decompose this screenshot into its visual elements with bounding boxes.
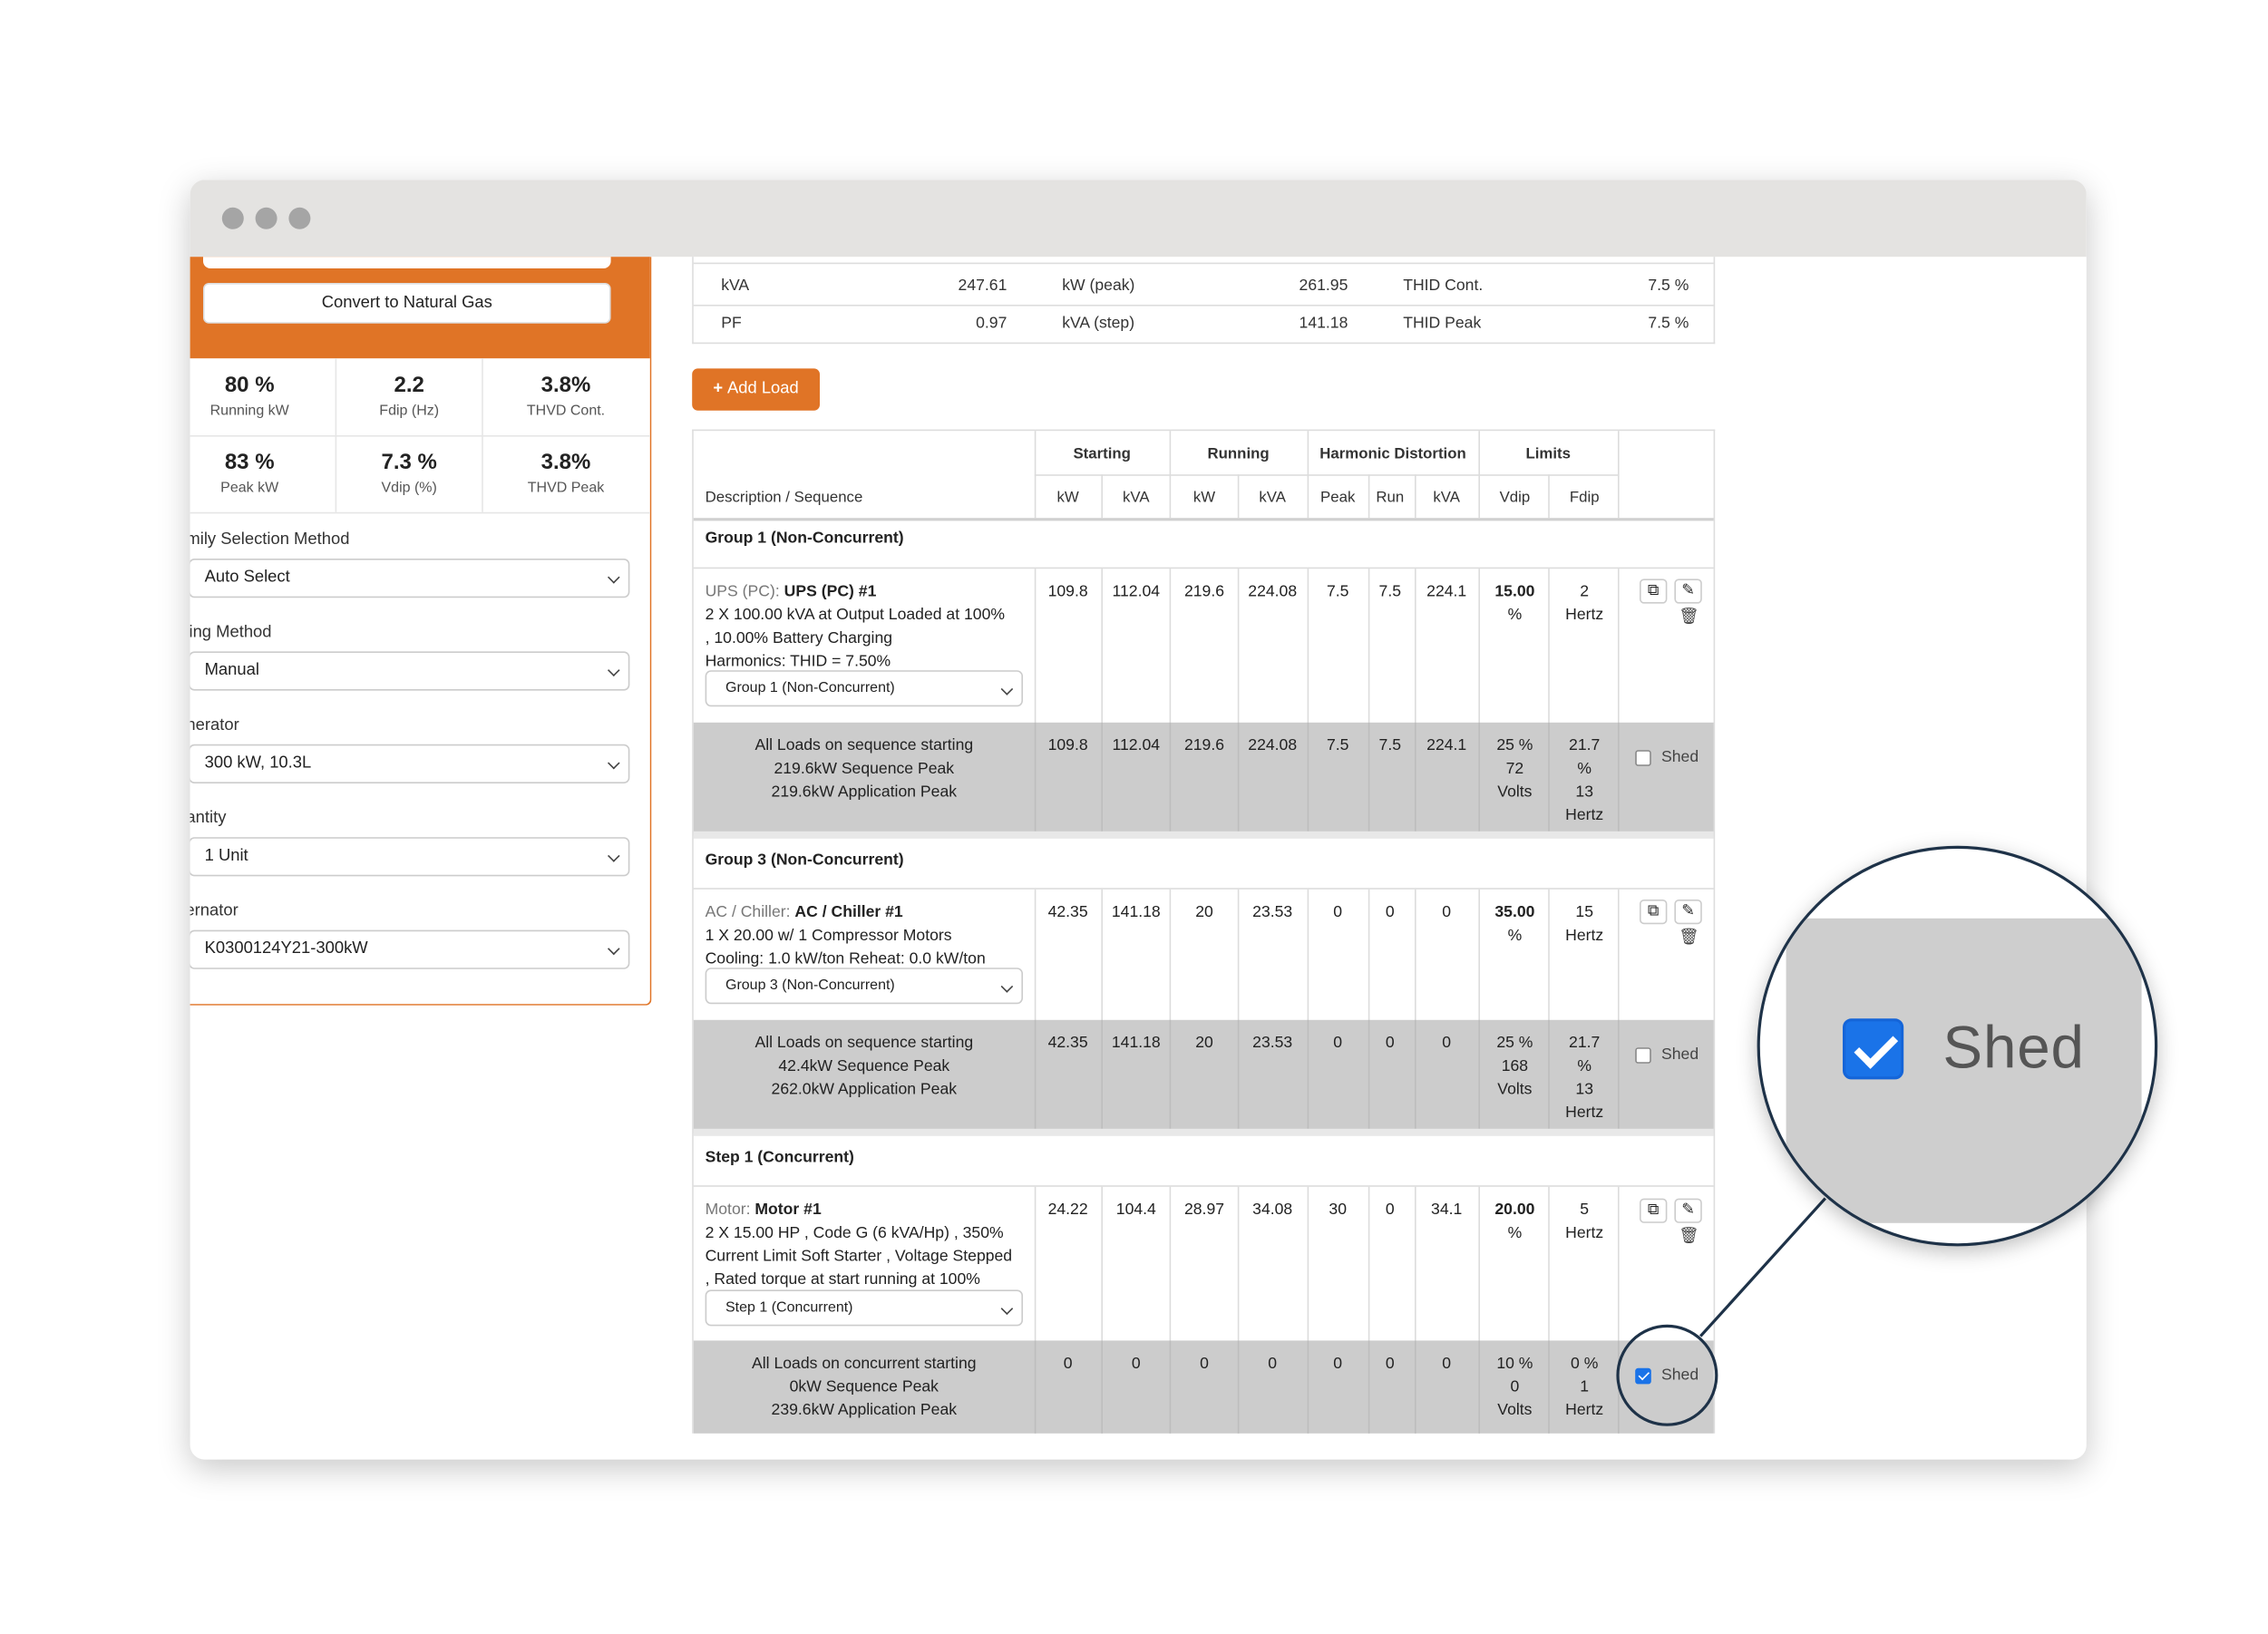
- magnified-shed-label: Shed: [1942, 1014, 2085, 1081]
- magnified-shed-checkbox[interactable]: [1843, 1018, 1904, 1080]
- callout-highlight-ring: [1616, 1324, 1718, 1426]
- callout-connector: [1699, 1197, 1826, 1337]
- shed-magnifier: Shed: [1757, 845, 2158, 1247]
